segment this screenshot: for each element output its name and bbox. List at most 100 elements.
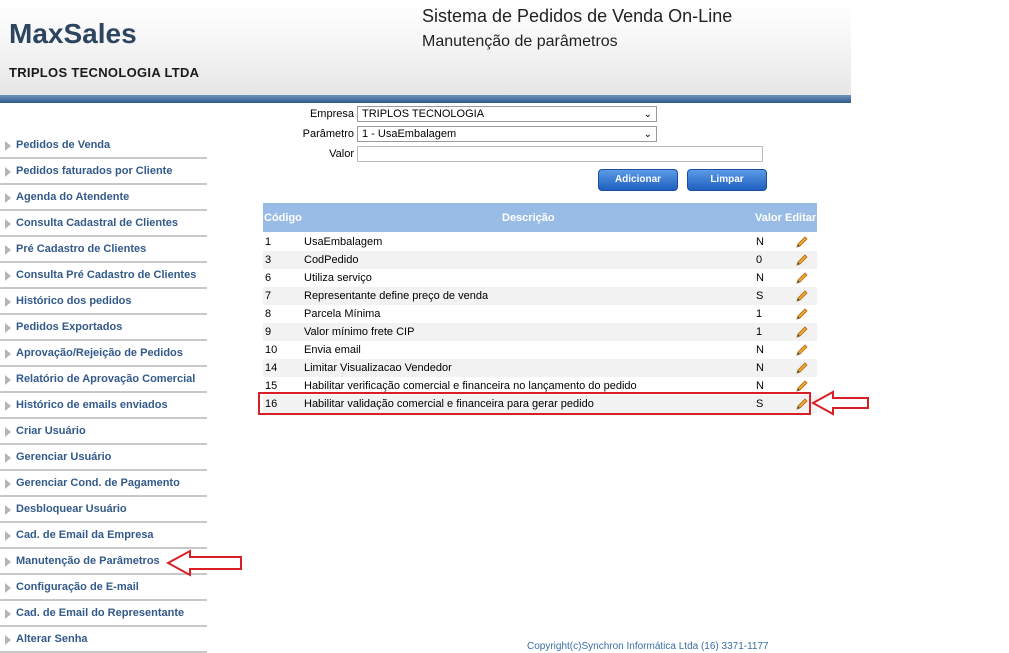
highlight-box [258, 392, 811, 415]
pencil-edit-icon[interactable] [795, 253, 809, 267]
pencil-edit-icon[interactable] [795, 235, 809, 249]
cell-codigo: 14 [265, 362, 278, 374]
cell-valor: 1 [756, 326, 763, 338]
add-button[interactable]: Adicionar [598, 169, 678, 191]
sidebar-item-label: Consulta Pré Cadastro de Clientes [16, 269, 197, 281]
pencil-edit-icon[interactable] [795, 343, 809, 357]
sidebar-item[interactable]: Pedidos de Venda [0, 133, 207, 159]
sidebar-item-label: Alterar Senha [16, 633, 88, 645]
cell-descricao: Utiliza serviço [304, 272, 372, 284]
company-name: TRIPLOS TECNOLOGIA LTDA [9, 65, 200, 80]
table-row: 9 Valor mínimo frete CIP 1 [263, 323, 817, 341]
col-descricao: Descrição [502, 212, 555, 224]
empresa-label: Empresa [309, 108, 354, 120]
triangle-right-icon [5, 245, 11, 255]
cell-descricao: CodPedido [304, 254, 359, 266]
sidebar-item-label: Histórico dos pedidos [16, 295, 132, 307]
table-row: 3 CodPedido 0 [263, 251, 817, 269]
footer-copyright: Copyright(c)Synchron Informática Ltda (1… [527, 641, 769, 652]
clear-button[interactable]: Limpar [687, 169, 767, 191]
triangle-right-icon [5, 375, 11, 385]
sidebar-item-label: Gerenciar Usuário [16, 451, 112, 463]
sidebar-item[interactable]: Alterar Senha [0, 627, 207, 653]
parametro-select[interactable]: 1 - UsaEmbalagem ⌄ [357, 126, 657, 142]
sidebar-item[interactable]: Criar Usuário [0, 419, 207, 445]
table-row: 10 Envia email N [263, 341, 817, 359]
arrow-pointer-icon [811, 390, 869, 416]
col-valor: Valor [755, 212, 782, 224]
sidebar-item[interactable]: Pedidos Exportados [0, 315, 207, 341]
triangle-right-icon [5, 271, 11, 281]
triangle-right-icon [5, 583, 11, 593]
triangle-right-icon [5, 609, 11, 619]
valor-label: Valor [329, 148, 354, 160]
sidebar-item[interactable]: Cad. de Email do Representante [0, 601, 207, 627]
sidebar-item[interactable]: Consulta Cadastral de Clientes [0, 211, 207, 237]
sidebar-item[interactable]: Agenda do Atendente [0, 185, 207, 211]
page-header: MaxSales TRIPLOS TECNOLOGIA LTDA Sistema… [0, 0, 851, 95]
sidebar-item-label: Aprovação/Rejeição de Pedidos [16, 347, 183, 359]
header-divider [0, 95, 851, 103]
sidebar-item[interactable]: Desbloquear Usuário [0, 497, 207, 523]
pencil-edit-icon[interactable] [795, 271, 809, 285]
sidebar-item-label: Manutenção de Parâmetros [16, 555, 160, 567]
sidebar-item-label: Configuração de E-mail [16, 581, 139, 593]
cell-valor: N [756, 344, 764, 356]
col-editar: Editar [785, 212, 817, 224]
valor-input[interactable] [357, 146, 763, 162]
sidebar-item-label: Agenda do Atendente [16, 191, 130, 203]
sidebar-item[interactable]: Cad. de Email da Empresa [0, 523, 207, 549]
triangle-right-icon [5, 141, 11, 151]
cell-codigo: 3 [265, 254, 272, 266]
sidebar-item-label: Pedidos faturados por Cliente [16, 165, 173, 177]
sidebar-item[interactable]: Pedidos faturados por Cliente [0, 159, 207, 185]
triangle-right-icon [5, 531, 11, 541]
cell-valor: N [756, 236, 764, 248]
table-row: 1 UsaEmbalagem N [263, 233, 817, 251]
sidebar-item-label: Relatório de Aprovação Comercial [16, 373, 196, 385]
empresa-select[interactable]: TRIPLOS TECNOLOGIA ⌄ [357, 106, 657, 122]
pencil-edit-icon[interactable] [795, 379, 809, 393]
sidebar-item-label: Cad. de Email do Representante [16, 607, 185, 619]
chevron-down-icon: ⌄ [643, 109, 652, 120]
sidebar-item[interactable]: Configuração de E-mail [0, 575, 207, 601]
cell-valor: N [756, 362, 764, 374]
triangle-right-icon [5, 167, 11, 177]
cell-descricao: Limitar Visualizacao Vendedor [304, 362, 452, 374]
sidebar-item[interactable]: Aprovação/Rejeição de Pedidos [0, 341, 207, 367]
triangle-right-icon [5, 323, 11, 333]
cell-codigo: 1 [265, 236, 272, 248]
table-row: 14 Limitar Visualizacao Vendedor N [263, 359, 817, 377]
logo: MaxSales [9, 18, 137, 49]
cell-descricao: UsaEmbalagem [304, 236, 383, 248]
parametro-label: Parâmetro [302, 128, 354, 140]
table-row: 8 Parcela Mínima 1 [263, 305, 817, 323]
sidebar-item-label: Pedidos Exportados [16, 321, 123, 333]
sidebar-item[interactable]: Histórico de emails enviados [0, 393, 207, 419]
arrow-pointer-icon [166, 549, 242, 577]
sidebar-item[interactable]: Consulta Pré Cadastro de Clientes [0, 263, 207, 289]
sidebar-item-label: Cad. de Email da Empresa [16, 529, 154, 541]
cell-codigo: 7 [265, 290, 272, 302]
sidebar-item[interactable]: Gerenciar Cond. de Pagamento [0, 471, 207, 497]
sidebar-item[interactable]: Relatório de Aprovação Comercial [0, 367, 207, 393]
sidebar-item[interactable]: Pré Cadastro de Clientes [0, 237, 207, 263]
triangle-right-icon [5, 401, 11, 411]
table-header: Código Descrição Valor Editar [263, 203, 817, 232]
pencil-edit-icon[interactable] [795, 325, 809, 339]
triangle-right-icon [5, 219, 11, 229]
sidebar-item-label: Histórico de emails enviados [16, 399, 168, 411]
cell-valor: N [756, 380, 764, 392]
sidebar-item[interactable]: Histórico dos pedidos [0, 289, 207, 315]
cell-valor: N [756, 272, 764, 284]
pencil-edit-icon[interactable] [795, 361, 809, 375]
sidebar-item-label: Desbloquear Usuário [16, 503, 127, 515]
sidebar-item-label: Pedidos de Venda [16, 139, 111, 151]
pencil-edit-icon[interactable] [795, 307, 809, 321]
sidebar-item[interactable]: Gerenciar Usuário [0, 445, 207, 471]
cell-codigo: 8 [265, 308, 272, 320]
cell-codigo: 10 [265, 344, 278, 356]
cell-valor: 0 [756, 254, 763, 266]
pencil-edit-icon[interactable] [795, 289, 809, 303]
triangle-right-icon [5, 479, 11, 489]
